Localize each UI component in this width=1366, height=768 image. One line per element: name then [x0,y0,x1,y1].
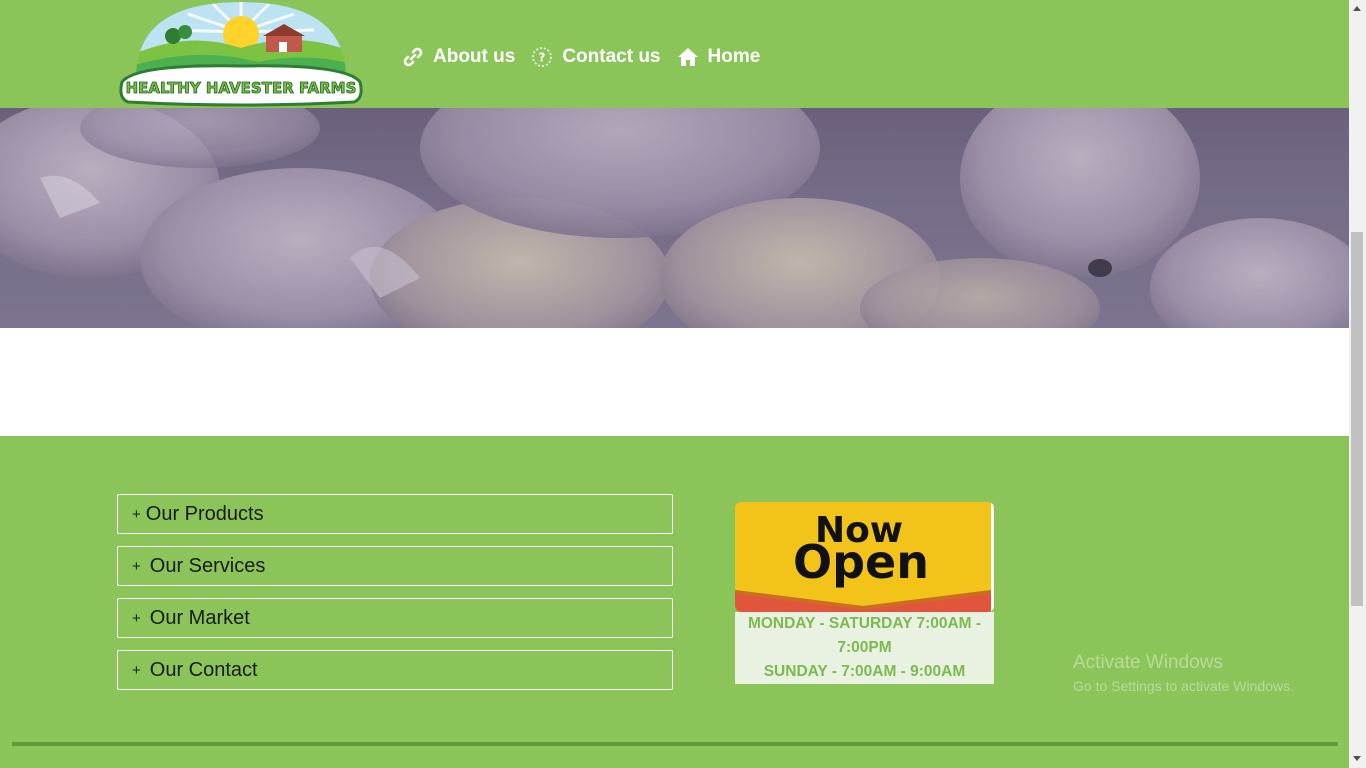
footer-divider [12,742,1338,746]
healthy-havester-farms-logo[interactable]: HEALTHY HAVESTER FARMS [118,0,364,108]
question-circle-icon: ? [531,46,553,68]
nav-home-label: Home [707,46,761,67]
scroll-up-arrow-icon[interactable] [1353,6,1361,11]
accordion-label: Our Contact [149,658,258,681]
nav-about-us-label: About us [433,46,516,67]
accordion-our-contact[interactable]: + Our Contact [117,650,673,690]
expand-icon: + [132,661,141,679]
watermark-title: Activate Windows [1073,652,1223,673]
hero-chicks-image [0,108,1349,328]
accordion-our-market[interactable]: + Our Market [117,598,673,638]
logo-wordmark: HEALTHY HAVESTER FARMS [126,79,357,97]
accordion-label: Our Products [145,502,264,525]
content-spacer [0,328,1349,436]
sign-open-text: Open [793,535,929,589]
accordion-label: Our Services [149,554,266,577]
hours-sunday: SUNDAY - 7:00AM - 9:00AM [763,663,966,680]
expand-icon: + [132,609,141,627]
expand-icon: + [132,505,141,523]
scroll-down-arrow-icon[interactable] [1353,756,1361,761]
page-scrollbar[interactable] [1349,0,1366,768]
hours-weekday: MONDAY - SATURDAY 7:00AM - [747,615,982,632]
accordion-our-services[interactable]: + Our Services [117,546,673,586]
expand-icon: + [132,557,141,575]
svg-text:?: ? [539,51,546,65]
hours-weekday-end: 7:00PM [837,639,892,656]
nav-about-us[interactable]: About us [402,46,515,68]
opening-hours-text: MONDAY - SATURDAY 7:00AM - 7:00PM SUNDAY… [735,612,994,684]
nav-contact-us-label: Contact us [562,46,661,67]
accordion-our-products[interactable]: + Our Products [117,494,673,534]
opening-hours-card: Now Open MONDAY - SATURDAY 7:00AM - 7:00… [735,502,994,684]
link-icon [402,46,424,68]
now-open-sign: Now Open [735,502,994,612]
nav-contact-us[interactable]: ? Contact us [531,46,661,68]
watermark-subtitle: Go to Settings to activate Windows. [1073,678,1294,694]
accordion-label: Our Market [149,606,250,629]
scrollbar-thumb[interactable] [1351,232,1363,606]
site-header: HEALTHY HAVESTER FARMS About us ? Contac… [0,0,1349,108]
home-icon [677,46,699,68]
page: HEALTHY HAVESTER FARMS About us ? Contac… [0,0,1366,768]
main-nav: About us ? Contact us Home [402,46,776,68]
nav-home[interactable]: Home [677,46,761,68]
activate-windows-watermark: Activate Windows Go to Settings to activ… [1073,652,1294,694]
